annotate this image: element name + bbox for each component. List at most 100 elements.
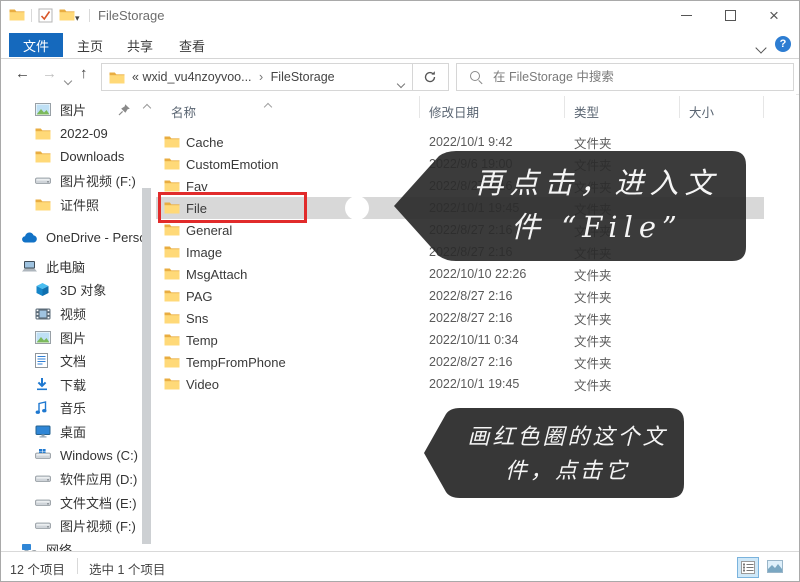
file-row-Video[interactable]: Video 2022/10/1 19:45 文件夹 bbox=[153, 373, 796, 395]
file-name[interactable]: MsgAttach bbox=[186, 267, 247, 282]
sidebar-item-8[interactable]: 视频 bbox=[1, 302, 153, 326]
sidebar-item-4[interactable]: 证件照 bbox=[1, 192, 153, 216]
sidebar-scrollbar[interactable] bbox=[141, 94, 151, 554]
sidebar-item-16[interactable]: 文件文档 (E:) bbox=[1, 491, 153, 515]
minimize-button[interactable] bbox=[669, 1, 703, 30]
file-name[interactable]: Temp bbox=[186, 333, 218, 348]
file-name[interactable]: TempFromPhone bbox=[186, 355, 286, 370]
sidebar-item-13[interactable]: 桌面 bbox=[1, 420, 153, 444]
column-divider[interactable] bbox=[679, 96, 680, 118]
sidebar-item-9[interactable]: 图片 bbox=[1, 325, 153, 349]
scrollbar-thumb[interactable] bbox=[142, 188, 151, 544]
sidebar-item-3[interactable]: 图片视频 (F:) bbox=[1, 169, 153, 193]
folder-icon bbox=[164, 355, 180, 369]
red-highlight-box bbox=[158, 192, 307, 223]
sidebar-item-14[interactable]: Windows (C:) bbox=[1, 443, 153, 467]
file-name[interactable]: Cache bbox=[186, 135, 224, 150]
column-header-date[interactable]: 修改日期 bbox=[429, 102, 479, 121]
close-button[interactable]: × bbox=[757, 1, 791, 30]
title-bar: ▾ FileStorage × bbox=[1, 1, 799, 31]
history-dropdown-icon[interactable] bbox=[65, 71, 71, 88]
details-view-button[interactable] bbox=[737, 557, 759, 578]
folder-icon bbox=[164, 223, 180, 237]
divider bbox=[89, 9, 90, 22]
sidebar-item-11[interactable]: 下载 bbox=[1, 373, 153, 397]
file-row-PAG[interactable]: PAG 2022/8/27 2:16 文件夹 bbox=[153, 285, 796, 307]
folder-icon bbox=[164, 377, 180, 391]
file-row-Temp[interactable]: Temp 2022/10/11 0:34 文件夹 bbox=[153, 329, 796, 351]
file-name[interactable]: PAG bbox=[186, 289, 213, 304]
file-type: 文件夹 bbox=[574, 309, 612, 328]
breadcrumb-current[interactable]: FileStorage bbox=[271, 70, 335, 84]
column-header-name[interactable]: 名称 bbox=[171, 102, 196, 121]
callout-click-red-box: 画红色圈的这个文 件，点击它 bbox=[416, 403, 691, 503]
folder-icon bbox=[164, 245, 180, 259]
column-header-type[interactable]: 类型 bbox=[574, 102, 599, 121]
pin-icon bbox=[118, 103, 131, 116]
file-date-modified: 2022/10/1 19:45 bbox=[429, 377, 519, 391]
search-box[interactable] bbox=[456, 63, 794, 91]
file-date-modified: 2022/10/11 0:34 bbox=[429, 333, 518, 347]
sidebar-item-label: 桌面 bbox=[60, 422, 86, 441]
thumbnail-view-button[interactable] bbox=[765, 557, 785, 576]
column-header-size[interactable]: 大小 bbox=[689, 102, 714, 121]
sidebar-item-15[interactable]: 软件应用 (D:) bbox=[1, 467, 153, 491]
explorer-window: ▾ FileStorage × 文件 主页 共享 查看 ? ← → ↑ « wx… bbox=[0, 0, 800, 582]
ribbon-collapse-icon[interactable] bbox=[757, 39, 767, 49]
properties-check-icon[interactable] bbox=[38, 8, 55, 23]
qat-dropdown-icon[interactable]: ▾ bbox=[75, 13, 80, 24]
file-row-MsgAttach[interactable]: MsgAttach 2022/10/10 22:26 文件夹 bbox=[153, 263, 796, 285]
new-folder-icon[interactable] bbox=[59, 8, 76, 23]
tab-share[interactable]: 共享 bbox=[113, 33, 167, 57]
column-divider[interactable] bbox=[564, 96, 565, 118]
breadcrumb-separator: › bbox=[255, 70, 267, 84]
scroll-up-icon[interactable] bbox=[144, 98, 150, 116]
file-name[interactable]: Video bbox=[186, 377, 219, 392]
folder-icon bbox=[164, 267, 180, 281]
cube-icon bbox=[35, 282, 52, 298]
file-row-TempFromPhone[interactable]: TempFromPhone 2022/8/27 2:16 文件夹 bbox=[153, 351, 796, 373]
navigation-pane: 图片 2022-09 Downloads 图片视频 (F:) 证件照 OneDr… bbox=[1, 94, 153, 554]
sidebar-item-5[interactable]: OneDrive - Perso bbox=[1, 226, 153, 250]
sidebar-item-label: 此电脑 bbox=[46, 257, 85, 276]
address-dropdown-icon[interactable] bbox=[398, 74, 404, 92]
breadcrumb[interactable]: « wxid_vu4nzoyvoo... › FileStorage bbox=[132, 70, 335, 84]
file-name[interactable]: General bbox=[186, 223, 232, 238]
sort-ascending-icon bbox=[265, 99, 271, 113]
column-divider[interactable] bbox=[763, 96, 764, 118]
tab-home[interactable]: 主页 bbox=[63, 33, 117, 57]
sidebar-item-label: 软件应用 (D:) bbox=[60, 469, 137, 488]
up-icon[interactable]: ↑ bbox=[80, 65, 88, 82]
folder-icon bbox=[164, 289, 180, 303]
file-row-Sns[interactable]: Sns 2022/8/27 2:16 文件夹 bbox=[153, 307, 796, 329]
file-name[interactable]: Sns bbox=[186, 311, 208, 326]
file-type: 文件夹 bbox=[574, 375, 612, 394]
doc-icon bbox=[35, 353, 52, 369]
sidebar-item-0[interactable]: 图片 bbox=[1, 98, 153, 122]
folder-icon bbox=[35, 125, 52, 141]
sidebar-item-17[interactable]: 图片视频 (F:) bbox=[1, 514, 153, 538]
back-icon[interactable]: ← bbox=[15, 65, 30, 82]
column-divider[interactable] bbox=[419, 96, 420, 118]
navigation-toolbar: ← → ↑ « wxid_vu4nzoyvoo... › FileStorage bbox=[1, 59, 799, 95]
search-icon bbox=[469, 70, 483, 84]
address-bar[interactable]: « wxid_vu4nzoyvoo... › FileStorage bbox=[101, 63, 413, 91]
help-icon[interactable]: ? bbox=[775, 36, 791, 52]
forward-icon[interactable]: → bbox=[42, 65, 57, 82]
file-date-modified: 2022/8/27 2:16 bbox=[429, 355, 512, 369]
refresh-button[interactable] bbox=[411, 63, 449, 91]
tab-file[interactable]: 文件 bbox=[9, 33, 63, 57]
sidebar-item-1[interactable]: 2022-09 bbox=[1, 122, 153, 146]
search-input[interactable] bbox=[491, 69, 793, 85]
sidebar-item-12[interactable]: 音乐 bbox=[1, 396, 153, 420]
file-name[interactable]: Image bbox=[186, 245, 222, 260]
sidebar-item-6[interactable]: 此电脑 bbox=[1, 255, 153, 279]
sidebar-item-10[interactable]: 文档 bbox=[1, 349, 153, 373]
breadcrumb-parent[interactable]: wxid_vu4nzoyvoo... bbox=[142, 70, 251, 84]
maximize-button[interactable] bbox=[713, 1, 747, 30]
file-name[interactable]: CustomEmotion bbox=[186, 157, 278, 172]
sidebar-item-7[interactable]: 3D 对象 bbox=[1, 278, 153, 302]
selection-band-cutout bbox=[345, 196, 369, 220]
sidebar-item-2[interactable]: Downloads bbox=[1, 145, 153, 169]
tab-view[interactable]: 查看 bbox=[165, 33, 219, 57]
